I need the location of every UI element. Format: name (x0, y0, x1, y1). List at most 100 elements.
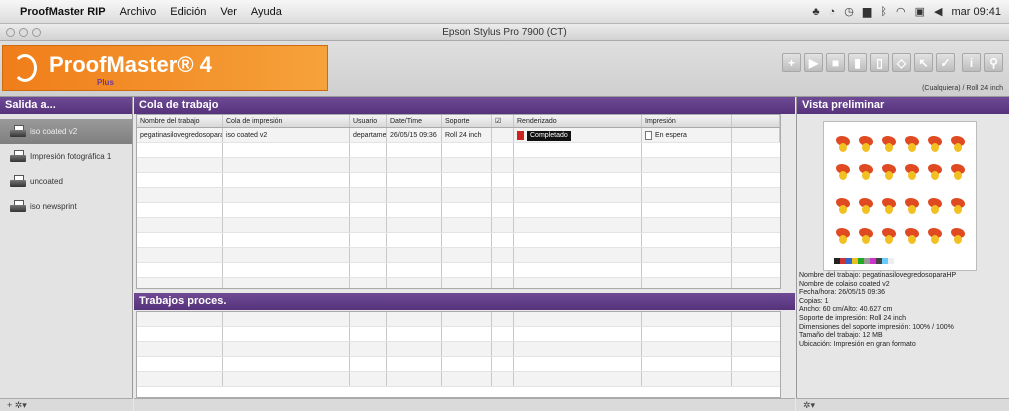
print-status: En espera (655, 132, 687, 139)
table-row-empty (137, 173, 780, 188)
sticker-thumb (903, 226, 921, 246)
queue-item-label: uncoated (30, 177, 63, 186)
preview-image[interactable] (823, 121, 977, 271)
processed-jobs-table (136, 311, 781, 398)
menu-edicion[interactable]: Edición (170, 6, 206, 18)
sticker-thumb (834, 196, 852, 216)
table-row[interactable]: pegatinasilovegredosopara iso coated v2 … (137, 128, 780, 143)
menu-archivo[interactable]: Archivo (120, 6, 157, 18)
info-line-location: Ubicación: Impresión en gran formato (799, 340, 916, 348)
queue-item-iso-coated[interactable]: iso coated v2 (0, 119, 132, 144)
right-bottom-bar[interactable]: ✲▾ (796, 398, 1009, 411)
display-icon[interactable]: ▆ (863, 5, 871, 18)
output-panel: Salida a... iso coated v2 Impresión foto… (0, 97, 133, 398)
work-queue-title: Cola de trabajo (134, 97, 795, 114)
queue-item-uncoated[interactable]: uncoated (0, 169, 132, 194)
sticker-thumb (903, 162, 921, 182)
input-menu-icon[interactable]: ▣ (915, 5, 925, 18)
cell-media: Roll 24 inch (442, 128, 492, 142)
col-datetime[interactable]: Date/Time (387, 115, 442, 127)
table-row-empty (137, 342, 780, 357)
menu-ver[interactable]: Ver (220, 6, 237, 18)
menu-app-name[interactable]: ProofMaster RIP (20, 6, 106, 18)
sticker-thumb (834, 162, 852, 182)
logo-name: ProofMaster® 4 (49, 52, 212, 77)
bluetooth-icon[interactable]: ᛒ (880, 6, 887, 18)
col-print[interactable]: Impresión (642, 115, 732, 127)
center-bottom-bar (134, 398, 795, 411)
sticker-thumb (857, 226, 875, 246)
logo-edition: Plus (97, 78, 114, 87)
cell-check (492, 128, 514, 142)
cell-queue: iso coated v2 (223, 128, 350, 142)
layout-icon[interactable]: ◇ (892, 53, 911, 72)
sticker-thumb (834, 226, 852, 246)
zoom-window-button[interactable] (32, 28, 41, 37)
queue-item-newsprint[interactable]: iso newsprint (0, 194, 132, 219)
info-line-copies: Copias: 1 (799, 297, 829, 305)
sticker-thumb (949, 134, 967, 154)
search-icon[interactable]: ⚲ (984, 53, 1003, 72)
check-icon[interactable]: ✓ (936, 53, 955, 72)
time-machine-icon[interactable]: ◷ (844, 5, 854, 18)
info-line-filesize: Tamaño del trabajo: 12 MB (799, 332, 883, 340)
minimize-window-button[interactable] (19, 28, 28, 37)
sticker-thumb (903, 134, 921, 154)
job-info: Nombre del trabajo: pegatinasilovegredos… (799, 272, 1007, 349)
output-panel-title: Salida a... (0, 97, 132, 114)
volume-icon[interactable]: ◀ (934, 5, 942, 18)
render-status-badge: Completado (527, 131, 571, 141)
status-area: ♣ ◔ ◷ ▆ ᛒ ◠ ▣ ◀ mar 09:41 (812, 5, 1001, 19)
cell-user: departamen (350, 128, 387, 142)
col-render[interactable]: Renderizado (514, 115, 642, 127)
printer-icon (10, 175, 26, 188)
queue-item-label: iso coated v2 (30, 127, 78, 136)
sticker-thumb (857, 196, 875, 216)
processed-jobs-title: Trabajos proces. (134, 293, 795, 310)
dropbox-icon[interactable]: ◔ (829, 6, 836, 18)
col-job-name[interactable]: Nombre del trabajo (137, 115, 223, 127)
queue-item-label: iso newsprint (30, 202, 77, 211)
printer-icon (10, 150, 26, 163)
delete-icon[interactable]: ▮ (848, 53, 867, 72)
cursor-icon[interactable]: ↖ (914, 53, 933, 72)
document-icon[interactable]: ▯ (870, 53, 889, 72)
queue-item-label: Impresión fotográfica 1 (30, 152, 112, 161)
sticker-thumb (857, 134, 875, 154)
add-job-icon[interactable]: + (782, 53, 801, 72)
left-bottom-bar[interactable]: + ✲▾ (0, 398, 133, 411)
queue-item-photo[interactable]: Impresión fotográfica 1 (0, 144, 132, 169)
info-line-media: Soporte de impresión: Roll 24 inch (799, 314, 907, 322)
sticker-thumb (949, 196, 967, 216)
stop-icon[interactable]: ■ (826, 53, 845, 72)
media-label: (Cualquiera) / Roll 24 inch (922, 85, 1003, 92)
table-row-empty (137, 263, 780, 278)
col-media[interactable]: Soporte (442, 115, 492, 127)
col-check-icon[interactable]: ☑ (492, 115, 514, 127)
table-row-empty (137, 278, 780, 288)
col-print-queue[interactable]: Cola de impresión (223, 115, 350, 127)
sticker-thumb (926, 134, 944, 154)
sticker-thumb (880, 196, 898, 216)
wifi-icon[interactable]: ◠ (896, 5, 906, 18)
proofmaster-logo: ProofMaster® 4 Plus (2, 45, 328, 91)
info-icon[interactable]: i (962, 53, 981, 72)
app-header: ProofMaster® 4 Plus + ▶ ■ ▮ ▯ ◇ ↖ ✓ i ⚲ … (0, 41, 1009, 97)
table-row-empty (137, 327, 780, 342)
preview-title: Vista preliminar (797, 97, 1009, 114)
clock[interactable]: mar 09:41 (951, 6, 1001, 18)
table-row-empty (137, 143, 780, 158)
table-row-empty (137, 312, 780, 327)
sticker-thumb (926, 162, 944, 182)
window-title: Epson Stylus Pro 7900 (CT) (442, 27, 567, 38)
sticker-thumb (926, 196, 944, 216)
printer-icon (10, 200, 26, 213)
play-icon[interactable]: ▶ (804, 53, 823, 72)
close-window-button[interactable] (6, 28, 15, 37)
table-body: pegatinasilovegredosopara iso coated v2 … (137, 128, 780, 288)
extension-icon[interactable]: ♣ (812, 6, 819, 18)
color-bar (834, 258, 894, 264)
sticker-thumb (880, 162, 898, 182)
col-user[interactable]: Usuario (350, 115, 387, 127)
menu-ayuda[interactable]: Ayuda (251, 6, 282, 18)
